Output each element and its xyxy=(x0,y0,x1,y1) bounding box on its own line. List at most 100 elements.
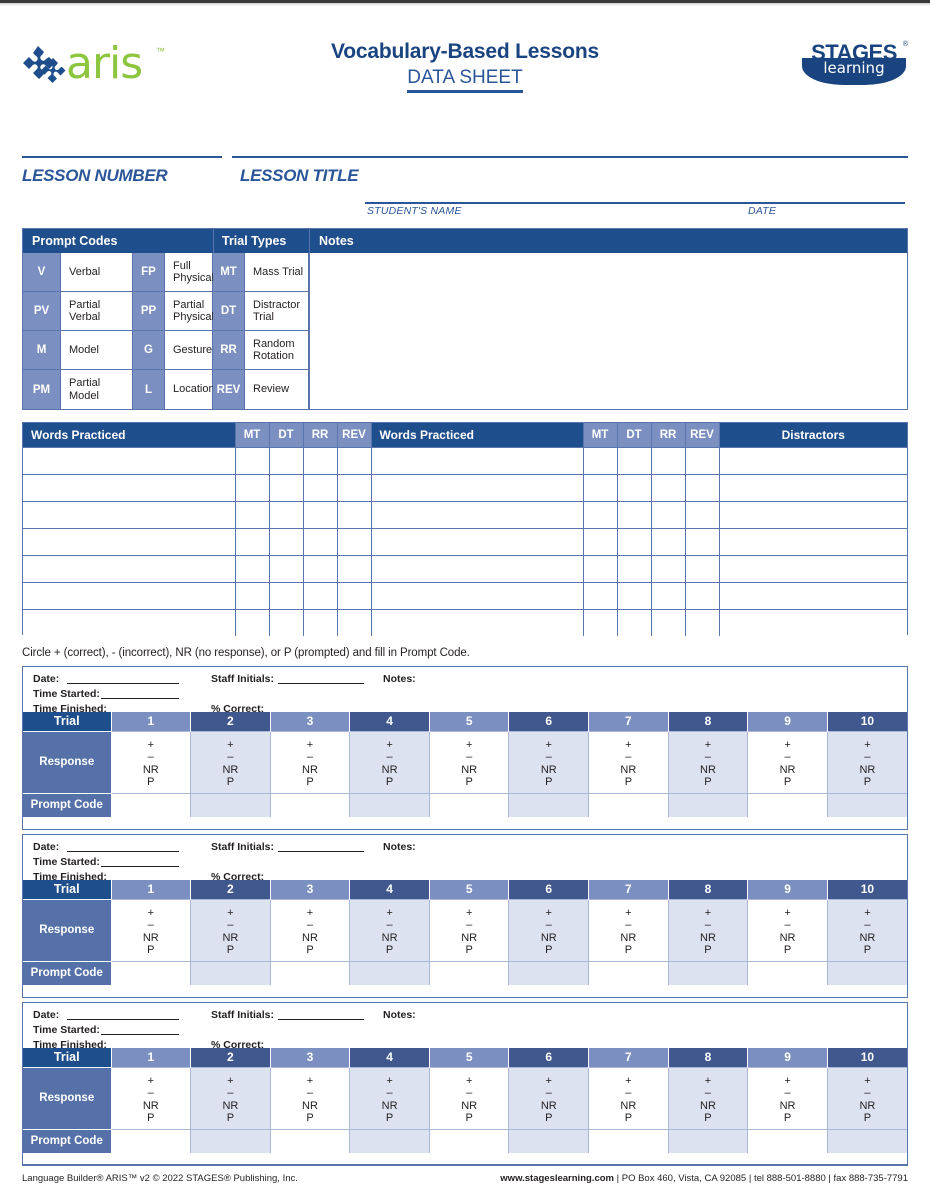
words-practiced-cell-mt_1[interactable] xyxy=(235,500,270,528)
words-practiced-cell-mt_2[interactable] xyxy=(583,581,618,609)
prompt-code-cell-trial-9[interactable] xyxy=(747,960,828,985)
words-practiced-cell-mt_1[interactable] xyxy=(235,527,270,555)
words-practiced-cell-rev_2[interactable] xyxy=(685,554,720,582)
response-cell-trial-4[interactable]: + – NR P xyxy=(349,1066,430,1129)
response-cell-trial-3[interactable]: + – NR P xyxy=(270,730,351,793)
response-cell-trial-2[interactable]: + – NR P xyxy=(190,730,271,793)
prompt-code-cell-trial-4[interactable] xyxy=(349,792,430,817)
prompt-code-cell-trial-7[interactable] xyxy=(588,960,669,985)
words-practiced-cell-rr_2[interactable] xyxy=(651,581,686,609)
response-cell-trial-1[interactable]: + – NR P xyxy=(111,898,192,961)
words-practiced-cell-words_2[interactable] xyxy=(371,446,584,474)
words-practiced-cell-rr_1[interactable] xyxy=(303,554,338,582)
words-practiced-cell-rev_1[interactable] xyxy=(337,608,372,636)
words-practiced-cell-rev_2[interactable] xyxy=(685,473,720,501)
prompt-code-cell-trial-1[interactable] xyxy=(111,792,192,817)
input-staff-initials[interactable] xyxy=(278,851,364,852)
words-practiced-cell-mt_1[interactable] xyxy=(235,446,270,474)
prompt-code-cell-trial-2[interactable] xyxy=(190,1128,271,1153)
words-practiced-cell-rr_2[interactable] xyxy=(651,608,686,636)
words-practiced-cell-rr_2[interactable] xyxy=(651,446,686,474)
words-practiced-cell-dt_1[interactable] xyxy=(269,446,304,474)
input-date[interactable] xyxy=(67,851,179,852)
input-time-started[interactable] xyxy=(101,698,179,699)
words-practiced-cell-rev_2[interactable] xyxy=(685,446,720,474)
prompt-code-cell-trial-2[interactable] xyxy=(190,960,271,985)
prompt-code-cell-trial-5[interactable] xyxy=(429,1128,510,1153)
response-cell-trial-5[interactable]: + – NR P xyxy=(429,1066,510,1129)
words-practiced-cell-rr_2[interactable] xyxy=(651,554,686,582)
words-practiced-cell-words_1[interactable] xyxy=(23,527,236,555)
response-cell-trial-8[interactable]: + – NR P xyxy=(668,1066,749,1129)
words-practiced-cell-dt_2[interactable] xyxy=(617,500,652,528)
response-cell-trial-10[interactable]: + – NR P xyxy=(827,730,907,793)
words-practiced-cell-words_1[interactable] xyxy=(23,554,236,582)
input-staff-initials[interactable] xyxy=(278,683,364,684)
response-cell-trial-10[interactable]: + – NR P xyxy=(827,1066,907,1129)
words-practiced-cell-words_2[interactable] xyxy=(371,500,584,528)
words-practiced-cell-mt_1[interactable] xyxy=(235,473,270,501)
prompt-code-cell-trial-4[interactable] xyxy=(349,1128,430,1153)
prompt-code-cell-trial-6[interactable] xyxy=(508,960,590,985)
words-practiced-cell-mt_1[interactable] xyxy=(235,608,270,636)
prompt-code-cell-trial-10[interactable] xyxy=(827,1128,907,1153)
response-cell-trial-3[interactable]: + – NR P xyxy=(270,898,351,961)
words-practiced-cell-rr_1[interactable] xyxy=(303,446,338,474)
words-practiced-cell-distractors[interactable] xyxy=(719,581,907,609)
response-cell-trial-9[interactable]: + – NR P xyxy=(747,1066,828,1129)
prompt-code-cell-trial-7[interactable] xyxy=(588,792,669,817)
footer-website[interactable]: www.stageslearning.com xyxy=(500,1173,614,1184)
words-practiced-cell-distractors[interactable] xyxy=(719,527,907,555)
prompt-code-cell-trial-5[interactable] xyxy=(429,792,510,817)
prompt-code-cell-trial-3[interactable] xyxy=(270,1128,351,1153)
words-practiced-cell-rr_2[interactable] xyxy=(651,500,686,528)
words-practiced-cell-distractors[interactable] xyxy=(719,608,907,636)
prompt-code-cell-trial-4[interactable] xyxy=(349,960,430,985)
prompt-code-cell-trial-3[interactable] xyxy=(270,792,351,817)
prompt-code-cell-trial-8[interactable] xyxy=(668,792,749,817)
words-practiced-cell-dt_2[interactable] xyxy=(617,554,652,582)
words-practiced-cell-rr_2[interactable] xyxy=(651,527,686,555)
words-practiced-cell-dt_1[interactable] xyxy=(269,554,304,582)
words-practiced-cell-rev_1[interactable] xyxy=(337,581,372,609)
response-cell-trial-2[interactable]: + – NR P xyxy=(190,898,271,961)
words-practiced-cell-mt_2[interactable] xyxy=(583,608,618,636)
response-cell-trial-9[interactable]: + – NR P xyxy=(747,898,828,961)
prompt-code-cell-trial-8[interactable] xyxy=(668,1128,749,1153)
input-date[interactable] xyxy=(67,683,179,684)
input-time-started[interactable] xyxy=(101,866,179,867)
words-practiced-cell-words_2[interactable] xyxy=(371,554,584,582)
words-practiced-cell-dt_1[interactable] xyxy=(269,473,304,501)
words-practiced-cell-words_2[interactable] xyxy=(371,527,584,555)
words-practiced-cell-rev_2[interactable] xyxy=(685,608,720,636)
prompt-code-cell-trial-5[interactable] xyxy=(429,960,510,985)
words-practiced-cell-words_2[interactable] xyxy=(371,473,584,501)
response-cell-trial-6[interactable]: + – NR P xyxy=(508,898,590,961)
response-cell-trial-9[interactable]: + – NR P xyxy=(747,730,828,793)
notes-input-area[interactable] xyxy=(309,253,907,409)
response-cell-trial-10[interactable]: + – NR P xyxy=(827,898,907,961)
prompt-code-cell-trial-1[interactable] xyxy=(111,1128,192,1153)
words-practiced-cell-rev_1[interactable] xyxy=(337,500,372,528)
words-practiced-cell-words_2[interactable] xyxy=(371,581,584,609)
words-practiced-cell-rr_1[interactable] xyxy=(303,527,338,555)
words-practiced-cell-dt_2[interactable] xyxy=(617,581,652,609)
prompt-code-cell-trial-3[interactable] xyxy=(270,960,351,985)
prompt-code-cell-trial-8[interactable] xyxy=(668,960,749,985)
prompt-code-cell-trial-6[interactable] xyxy=(508,1128,590,1153)
response-cell-trial-1[interactable]: + – NR P xyxy=(111,730,192,793)
response-cell-trial-7[interactable]: + – NR P xyxy=(588,730,669,793)
words-practiced-cell-distractors[interactable] xyxy=(719,554,907,582)
words-practiced-cell-dt_1[interactable] xyxy=(269,527,304,555)
words-practiced-cell-dt_2[interactable] xyxy=(617,527,652,555)
words-practiced-cell-words_1[interactable] xyxy=(23,500,236,528)
response-cell-trial-1[interactable]: + – NR P xyxy=(111,1066,192,1129)
words-practiced-cell-rr_1[interactable] xyxy=(303,581,338,609)
response-cell-trial-4[interactable]: + – NR P xyxy=(349,730,430,793)
words-practiced-cell-words_1[interactable] xyxy=(23,446,236,474)
words-practiced-cell-rev_1[interactable] xyxy=(337,446,372,474)
words-practiced-cell-words_2[interactable] xyxy=(371,608,584,636)
words-practiced-cell-words_1[interactable] xyxy=(23,473,236,501)
input-staff-initials[interactable] xyxy=(278,1019,364,1020)
words-practiced-cell-dt_2[interactable] xyxy=(617,473,652,501)
